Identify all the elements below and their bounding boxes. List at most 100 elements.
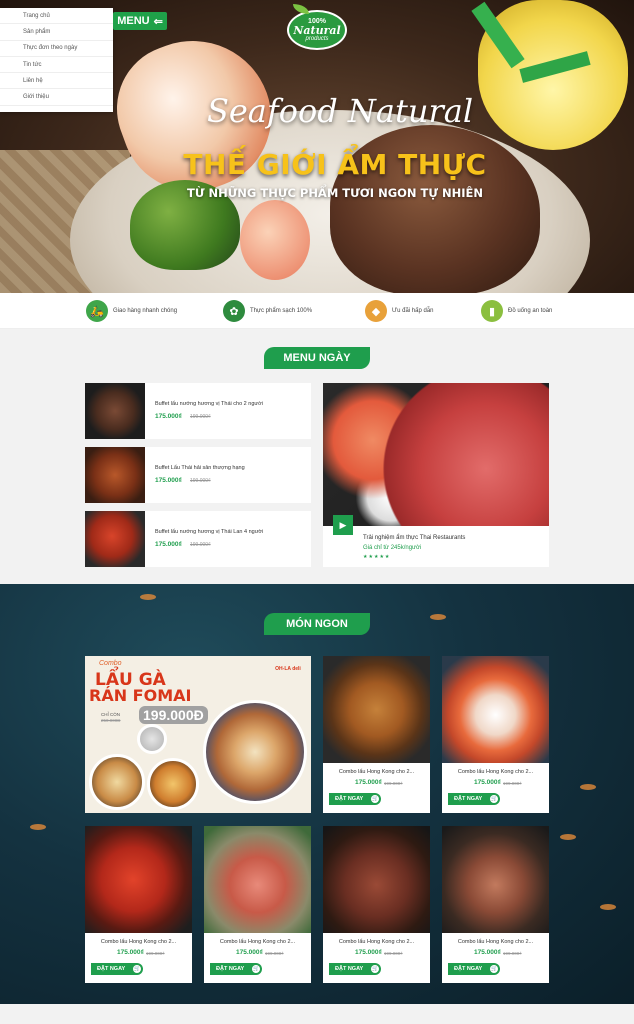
menu-today-heading: MENU NGÀY: [264, 347, 370, 369]
footer-strip: [0, 1004, 634, 1024]
brand-logo[interactable]: 100% Natural products: [287, 4, 347, 54]
play-icon[interactable]: ▶: [333, 515, 353, 535]
featured-price: Giá chỉ từ 245k/người: [363, 545, 422, 551]
basket-icon: ◆: [365, 300, 387, 322]
fish-decoration: [580, 784, 596, 790]
product-card[interactable]: Combo lẩu Hong Kong cho 2... 175.000₫ 19…: [323, 826, 430, 983]
product-price: 175.000₫: [474, 779, 501, 786]
featured-restaurant-card[interactable]: ▶ Trải nghiệm ẩm thực Thai Restaurants G…: [323, 383, 549, 567]
fish-decoration: [30, 824, 46, 830]
product-name[interactable]: Combo lẩu Hong Kong cho 2...: [204, 939, 311, 945]
order-now-label: ĐẶT NGAY: [97, 966, 126, 972]
nav-item-contact[interactable]: Liên hệ: [0, 73, 113, 90]
order-now-button[interactable]: ĐẶT NGAY 🛒: [448, 793, 501, 805]
menu-toggle-label: MENU: [117, 15, 150, 27]
dish-old-price: 199.000₫: [190, 478, 211, 484]
product-card[interactable]: Combo lẩu Hong Kong cho 2... 175.000₫ 19…: [85, 826, 192, 983]
nav-item-news[interactable]: Tin tức: [0, 57, 113, 74]
combo-old-price: 250.000Đ: [101, 718, 121, 723]
product-name[interactable]: Combo lẩu Hong Kong cho 2...: [85, 939, 192, 945]
product-image[interactable]: [442, 826, 549, 933]
order-now-label: ĐẶT NGAY: [335, 796, 364, 802]
product-name[interactable]: Combo lẩu Hong Kong cho 2...: [442, 939, 549, 945]
product-card[interactable]: Combo lẩu Hong Kong cho 2... 175.000₫ 19…: [442, 656, 549, 813]
order-now-label: ĐẶT NGAY: [454, 796, 483, 802]
order-now-label: ĐẶT NGAY: [335, 966, 364, 972]
product-price: 175.000₫: [474, 949, 501, 956]
product-old-price: 199.000₫: [265, 951, 284, 956]
dish-price: 175.000₫: [155, 477, 182, 484]
combo-brand-logo: OH-LA deli: [275, 666, 301, 672]
product-price: 175.000₫: [355, 779, 382, 786]
order-now-button[interactable]: ĐẶT NGAY 🛒: [210, 963, 263, 975]
dish-price: 175.000₫: [155, 541, 182, 548]
product-image[interactable]: [204, 826, 311, 933]
combo-promo-banner[interactable]: Combo LẨU GÀ RÁN FOMAI CHỈ CÒN 250.000Đ …: [85, 656, 311, 813]
menu-toggle-button[interactable]: MENU ⇐: [113, 12, 167, 30]
feature-offers: ◆ Ưu đãi hấp dẫn: [365, 299, 434, 323]
list-item[interactable]: Buffet lẩu nướng hương vị Thái cho 2 ngư…: [85, 383, 311, 439]
product-card[interactable]: Combo lẩu Hong Kong cho 2... 175.000₫ 19…: [323, 656, 430, 813]
combo-side-dish: [147, 758, 199, 810]
product-card[interactable]: Combo lẩu Hong Kong cho 2... 175.000₫ 19…: [442, 826, 549, 983]
product-card[interactable]: Combo lẩu Hong Kong cho 2... 175.000₫ 19…: [204, 826, 311, 983]
star-rating-icon: ★★★★★: [363, 554, 391, 560]
mon-ngon-heading: MÓN NGON: [264, 613, 370, 635]
dish-thumbnail[interactable]: [85, 383, 145, 439]
organic-badge-icon: ✿: [223, 300, 245, 322]
nav-item-about[interactable]: Giới thiệu: [0, 89, 113, 106]
dish-thumbnail[interactable]: [85, 447, 145, 503]
hero-parcel: [478, 0, 628, 150]
combo-side-dish: [89, 754, 145, 810]
dish-name[interactable]: Buffet lẩu nướng hương vị Thái cho 2 ngư…: [155, 401, 263, 407]
nav-item-home[interactable]: Trang chủ: [0, 8, 113, 25]
order-now-button[interactable]: ĐẶT NGAY 🛒: [448, 963, 501, 975]
cart-icon: 🛒: [371, 965, 380, 973]
cart-icon: 🛒: [371, 795, 380, 803]
featured-title[interactable]: Trải nghiệm ẩm thực Thai Restaurants: [363, 535, 465, 541]
cart-icon: 🛒: [133, 965, 142, 973]
product-name[interactable]: Combo lẩu Hong Kong cho 2...: [442, 769, 549, 775]
combo-price: 199.000Đ: [139, 706, 208, 724]
nav-item-daily-menu[interactable]: Thực đơn theo ngày: [0, 41, 113, 57]
feature-drinks: ▮ Đồ uống an toàn: [481, 299, 552, 323]
feature-label: Giao hàng nhanh chóng: [113, 308, 178, 314]
order-now-button[interactable]: ĐẶT NGAY 🛒: [91, 963, 144, 975]
product-price: 175.000₫: [355, 949, 382, 956]
product-name[interactable]: Combo lẩu Hong Kong cho 2...: [323, 769, 430, 775]
arrow-left-icon: ⇐: [153, 15, 163, 28]
cart-icon: 🛒: [490, 795, 499, 803]
fish-decoration: [600, 904, 616, 910]
dish-old-price: 199.000₫: [190, 542, 211, 548]
feature-label: Đồ uống an toàn: [508, 308, 553, 314]
combo-side-dish: [137, 724, 167, 754]
nav-item-products[interactable]: Sản phẩm: [0, 24, 113, 41]
leaf-icon: [293, 4, 309, 14]
features-bar: 🛵 Giao hàng nhanh chóng ✿ Thực phẩm sạch…: [0, 293, 634, 329]
product-image[interactable]: [323, 826, 430, 933]
product-price: 175.000₫: [236, 949, 263, 956]
list-item[interactable]: Buffet Lẩu Thái hải sản thượng hạng 175.…: [85, 447, 311, 503]
logo-sub-text: products: [305, 36, 329, 42]
drink-icon: ▮: [481, 300, 503, 322]
product-image[interactable]: [85, 826, 192, 933]
dish-name[interactable]: Buffet lẩu nướng hương vị Thái Lan 4 ngư…: [155, 529, 263, 535]
order-now-button[interactable]: ĐẶT NGAY 🛒: [329, 963, 382, 975]
feature-label: Ưu đãi hấp dẫn: [392, 308, 434, 314]
dish-thumbnail[interactable]: [85, 511, 145, 567]
logo-badge: 100% Natural products: [287, 10, 347, 50]
combo-main-dish: [203, 700, 307, 804]
product-image[interactable]: [442, 656, 549, 763]
hero-script-title: Seafood Natural: [206, 92, 474, 130]
product-name[interactable]: Combo lẩu Hong Kong cho 2...: [323, 939, 430, 945]
combo-title-line2: RÁN FOMAI: [89, 686, 192, 705]
feature-delivery: 🛵 Giao hàng nhanh chóng: [86, 299, 177, 323]
dish-name[interactable]: Buffet Lẩu Thái hải sản thượng hạng: [155, 465, 245, 471]
order-now-button[interactable]: ĐẶT NGAY 🛒: [329, 793, 382, 805]
featured-image[interactable]: [323, 383, 549, 526]
list-item[interactable]: Buffet lẩu nướng hương vị Thái Lan 4 ngư…: [85, 511, 311, 567]
combo-only-label: CHỈ CÒN: [101, 712, 120, 717]
product-image[interactable]: [323, 656, 430, 763]
hero-title: THẾ GIỚI ẨM THỰC: [183, 148, 487, 181]
product-old-price: 199.000₫: [503, 781, 522, 786]
